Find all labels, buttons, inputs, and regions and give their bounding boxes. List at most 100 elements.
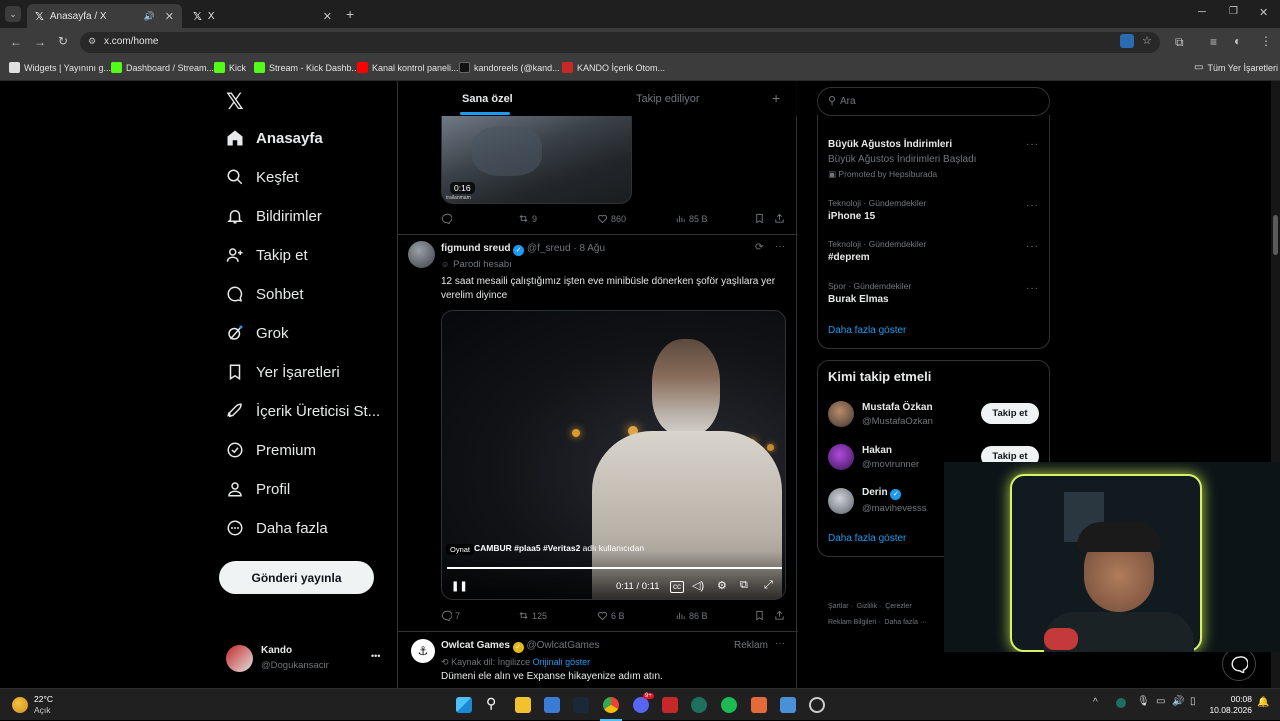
tray-app-icon[interactable] — [1116, 698, 1126, 708]
author-avatar[interactable] — [408, 241, 435, 268]
repost-button[interactable]: 125 — [518, 610, 547, 621]
pause-icon[interactable]: ❚❚ — [451, 581, 468, 592]
obs-icon[interactable] — [809, 697, 825, 713]
author-handle[interactable]: @f_sreud — [527, 243, 571, 254]
footer-terms[interactable]: Şartlar — [828, 603, 849, 610]
ad-author-name[interactable]: Owlcat Games — [441, 640, 510, 651]
repost-button[interactable]: 9 — [518, 213, 537, 224]
trend-item[interactable]: Spor · Gündemdekiler Burak Elmas — [828, 281, 911, 305]
show-original-link[interactable]: Orijinali göster — [533, 657, 591, 667]
tray-expand-icon[interactable]: ^ — [1093, 697, 1098, 708]
volume-icon[interactable]: 🔊 — [1172, 696, 1184, 707]
nav-more[interactable]: Daha fazla — [226, 519, 328, 537]
owlcat-avatar[interactable]: ⚓ — [411, 639, 435, 663]
app-icon[interactable] — [691, 697, 707, 713]
post-date[interactable]: 8 Ağu — [579, 243, 605, 254]
bookmark-dashboard[interactable]: Dashboard / Stream... — [111, 62, 214, 73]
show-more-trends-link[interactable]: Daha fazla göster — [828, 325, 906, 336]
video-progress-track[interactable] — [447, 567, 782, 569]
bookmark-tiktok[interactable]: kandoreels (@kand... — [459, 62, 560, 73]
battery-icon[interactable]: ▯ — [1190, 696, 1196, 707]
start-icon[interactable] — [456, 697, 472, 713]
nav-premium[interactable]: Premium — [226, 441, 316, 459]
weather-moon-icon[interactable] — [12, 697, 28, 713]
share-button[interactable] — [774, 213, 785, 224]
post-button[interactable]: Gönderi yayınla — [219, 561, 374, 594]
extension-icon[interactable] — [1120, 34, 1134, 48]
search-icon[interactable]: ⚲ — [486, 695, 496, 712]
bookmark-kando[interactable]: KANDO İçerik Otom... — [562, 62, 665, 73]
discord-icon[interactable] — [633, 697, 649, 713]
app-icon[interactable] — [780, 697, 796, 713]
close-window-icon[interactable]: ✕ — [1259, 6, 1268, 19]
reply-button[interactable]: 7 — [441, 610, 460, 621]
footer-more[interactable]: Daha fazla ··· — [884, 619, 926, 626]
back-icon[interactable]: ← — [10, 35, 22, 49]
picture-in-picture-icon[interactable]: ⧉ — [740, 579, 748, 592]
notifications-icon[interactable]: 🔔 — [1257, 697, 1269, 708]
new-tab-button[interactable]: + — [346, 6, 354, 22]
volume-icon[interactable]: ◁) — [692, 579, 704, 592]
nav-creator-studio[interactable]: İçerik Üreticisi St... — [226, 402, 380, 420]
obs-recorder-icon[interactable] — [662, 697, 678, 713]
like-button[interactable]: 6 B — [597, 610, 625, 621]
speaker-icon[interactable]: 🔊 — [144, 11, 155, 22]
store-icon[interactable] — [544, 697, 560, 713]
clock-time[interactable]: 00:08 — [1222, 694, 1252, 704]
author-name[interactable]: figmund sreud — [441, 243, 510, 254]
tab-x[interactable]: 𝕏 X ✕ — [185, 4, 340, 28]
more-options-icon[interactable]: ··· — [775, 241, 785, 252]
views-button[interactable]: 86 B — [675, 610, 708, 621]
url-input[interactable]: ⚙ x.com/home ☆ — [80, 32, 1160, 53]
tab-search-button[interactable]: ⌄ — [5, 6, 21, 22]
bookmark-button[interactable] — [754, 213, 765, 224]
network-icon[interactable]: ▭ — [1156, 696, 1165, 707]
share-button[interactable] — [774, 610, 785, 621]
trend-item[interactable]: Büyük Ağustos İndirimleri Büyük Ağustos … — [828, 139, 976, 180]
close-tab-icon[interactable]: ✕ — [165, 10, 174, 23]
file-explorer-icon[interactable] — [515, 697, 531, 713]
fullscreen-icon[interactable]: ⤢ — [764, 579, 773, 592]
bookmark-widgets[interactable]: Widgets | Yayınını g... — [9, 62, 111, 73]
nav-home[interactable]: Anasayfa — [226, 129, 323, 147]
account-switcher[interactable]: Kando @Dogukansacir ••• — [226, 643, 386, 679]
messages-button[interactable] — [1222, 647, 1256, 681]
more-options-icon[interactable]: ··· — [1026, 241, 1039, 252]
star-icon[interactable]: ☆ — [1142, 34, 1152, 47]
previous-video[interactable]: 0:16 trailanmam — [441, 116, 632, 204]
more-options-icon[interactable]: ••• — [371, 651, 380, 661]
trend-item[interactable]: Teknoloji · Gündemdekiler iPhone 15 — [828, 198, 926, 222]
bookmark-kick[interactable]: Kick — [214, 62, 246, 73]
spotify-icon[interactable] — [721, 697, 737, 713]
views-button[interactable]: 85 B — [675, 213, 708, 224]
settings-icon[interactable]: ⚙ — [717, 579, 727, 592]
nav-follow[interactable]: Takip et — [226, 246, 308, 264]
nav-notifications[interactable]: Bildirimler — [226, 207, 322, 225]
search-input[interactable]: ⚲ Ara — [817, 87, 1050, 116]
bookmark-youtube[interactable]: Kanal kontrol paneli... — [357, 62, 459, 73]
grok-explain-icon[interactable]: ⟳ — [755, 242, 763, 253]
follow-suggestion[interactable]: Mustafa Özkan @MustafaOzkan — [828, 401, 933, 427]
nav-bookmarks[interactable]: Yer İşaretleri — [226, 363, 340, 381]
x-logo[interactable]: 𝕏 — [226, 89, 244, 115]
nav-profile[interactable]: Profil — [226, 480, 290, 498]
video-player[interactable]: Oynat CAMBUR #plaa5 #Veritas2 adlı kulla… — [441, 310, 786, 600]
forward-icon[interactable]: → — [34, 35, 46, 49]
nav-grok[interactable]: Grok — [226, 324, 289, 342]
more-options-icon[interactable]: ··· — [775, 638, 785, 649]
tab-for-you[interactable]: Sana özel — [462, 93, 513, 105]
show-more-follow-link[interactable]: Daha fazla göster — [828, 533, 906, 544]
bookmark-stream-kick[interactable]: Stream - Kick Dashb... — [254, 62, 359, 73]
steam-icon[interactable] — [573, 697, 589, 713]
follow-suggestion[interactable]: Derin ✓ @mavihevesss — [828, 487, 927, 514]
scrollbar-thumb[interactable] — [1273, 215, 1278, 255]
bookmark-button[interactable] — [754, 610, 765, 621]
restore-icon[interactable]: ❐ — [1229, 6, 1238, 17]
minimize-icon[interactable]: ─ — [1198, 6, 1206, 18]
more-options-icon[interactable]: ··· — [1026, 139, 1039, 150]
trend-item[interactable]: Teknoloji · Gündemdekiler #deprem — [828, 239, 926, 263]
microphone-icon[interactable]: 🎙 — [1137, 696, 1150, 707]
nav-chat[interactable]: Sohbet — [226, 285, 304, 303]
all-bookmarks[interactable]: ▭ Tüm Yer İşaretleri — [1194, 62, 1278, 73]
profile-icon[interactable]: ◐ — [1234, 34, 1241, 48]
